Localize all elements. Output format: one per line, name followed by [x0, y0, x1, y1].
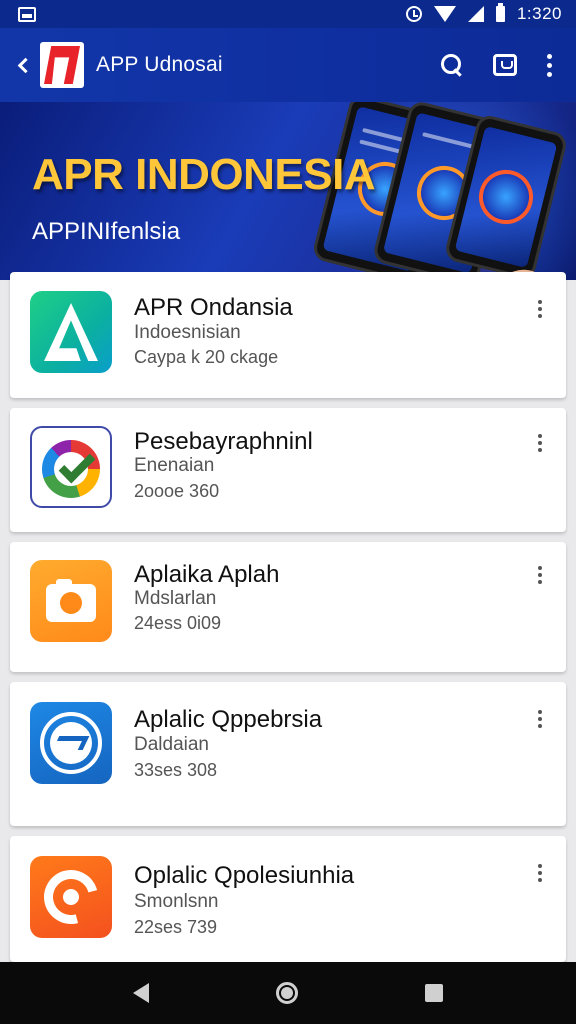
camera-icon [30, 560, 112, 642]
blue-circle-icon [30, 702, 112, 784]
nav-back-icon[interactable] [133, 983, 150, 1003]
orange-swirl-icon [30, 856, 112, 938]
app-meta: Caypa k 20 ckage [134, 347, 279, 367]
more-icon[interactable] [536, 864, 544, 882]
banner-title: APR INDONESIA [32, 150, 376, 199]
app-developer: Mdslarlan [134, 588, 217, 609]
system-nav-bar [0, 962, 576, 1024]
app-card[interactable]: Aplalic Qppebrsia Daldaian 33ses 308 [10, 682, 566, 826]
app-meta: 2oooe 360 [134, 481, 220, 501]
app-developer: Enenaian [134, 455, 215, 476]
more-icon[interactable] [536, 566, 544, 584]
more-icon[interactable] [547, 53, 552, 77]
app-name: APR Ondansia [134, 294, 293, 321]
app-card[interactable]: APR Ondansia Indoesnisian Caypa k 20 cka… [10, 272, 566, 398]
app-name: Pesebayraphninl [134, 428, 313, 455]
color-ring-check-icon [30, 426, 112, 508]
status-bar: 1:320 [0, 0, 576, 28]
app-title: APP Udnosai [96, 53, 223, 76]
app-name: Oplalic Qpolesiunhia [134, 862, 355, 889]
app-card[interactable]: Pesebayraphninl Enenaian 2oooe 360 [10, 408, 566, 532]
app-meta: 33ses 308 [134, 760, 218, 780]
more-icon[interactable] [536, 434, 544, 452]
status-time: 1:320 [516, 4, 562, 23]
promo-banner[interactable]: APR INDONESIA APPINIfenlsia [0, 102, 576, 280]
image-icon [18, 6, 36, 22]
back-icon[interactable] [4, 28, 40, 102]
banner-subtitle: APPINIfenlsia [32, 218, 181, 245]
search-icon[interactable] [441, 54, 463, 76]
app-card[interactable]: Aplaika Aplah Mdslarlan 24ess 0i09 [10, 542, 566, 672]
app-meta: 22ses 739 [134, 917, 218, 937]
app-bar: APP Udnosai [0, 28, 576, 102]
app-developer: Daldaian [134, 734, 209, 755]
app-meta: 24ess 0i09 [134, 613, 222, 633]
app-card[interactable]: Oplalic Qpolesiunhia Smonlsnn 22ses 739 [10, 836, 566, 962]
nav-home-icon[interactable] [275, 982, 298, 1004]
app-developer: Indoesnisian [134, 322, 241, 343]
nav-recent-icon[interactable] [424, 984, 443, 1002]
green-a-icon [30, 291, 112, 373]
signal-icon [467, 6, 484, 22]
wifi-icon [433, 6, 456, 22]
battery-icon [495, 3, 505, 22]
store-icon[interactable] [493, 54, 517, 76]
app-developer: Smonlsnn [134, 891, 219, 912]
more-icon[interactable] [536, 710, 544, 728]
alarm-icon [405, 6, 422, 22]
app-logo [40, 42, 84, 88]
app-name: Aplaika Aplah [134, 561, 280, 588]
app-name: Aplalic Qppebrsia [134, 706, 323, 733]
more-icon[interactable] [536, 300, 544, 318]
